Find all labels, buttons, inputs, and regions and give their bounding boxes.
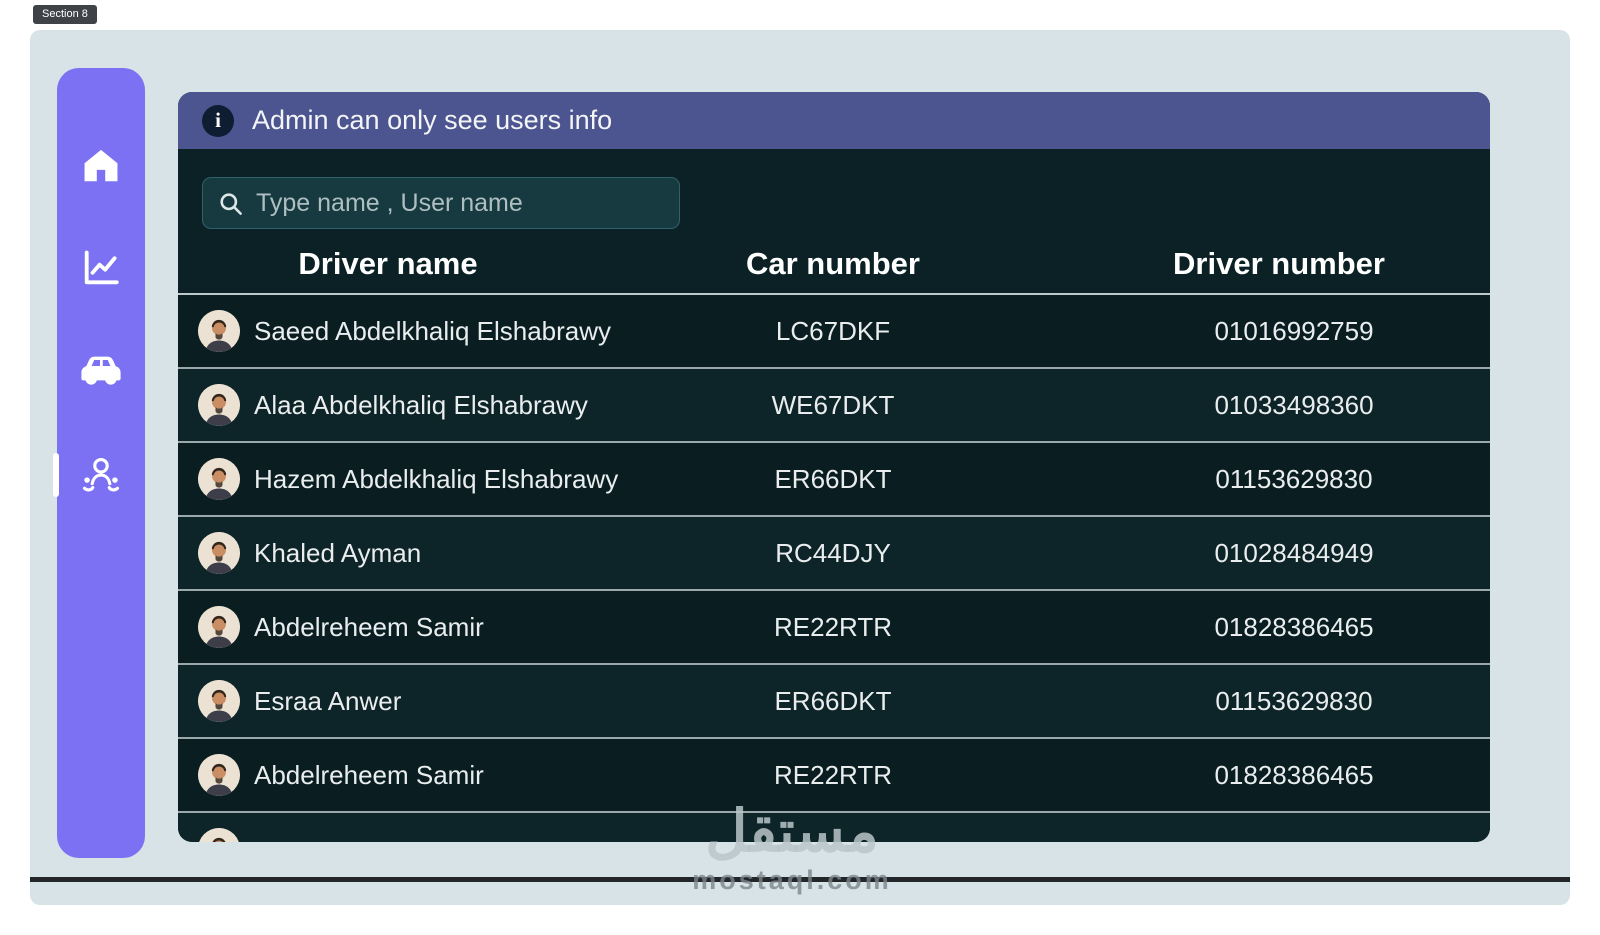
driver-name: Abdelreheem Samir <box>254 611 484 642</box>
driver-name: Esraa Anwer <box>254 685 402 716</box>
users-icon <box>79 450 123 499</box>
driver-number-cell: 01828386465 <box>1214 611 1374 642</box>
driver-number-cell: 01153629830 <box>1215 685 1373 716</box>
driver-name-cell: Saeed Abdelkhaliq Elshabrawy <box>178 310 611 352</box>
main-panel: i Admin can only see users info Driver n… <box>178 92 1490 842</box>
column-header-driver-name: Driver name <box>298 246 478 281</box>
table-row[interactable]: Abdelreheem Samir RE22RTR 01828386465 <box>178 591 1490 665</box>
car-number-cell: LC67DKF <box>775 315 891 346</box>
sidebar <box>53 68 145 858</box>
table-row[interactable]: Esraa Anwer ER66DKT 01153629830 <box>178 665 1490 739</box>
driver-name-cell: Alaa Abdelkhaliq Elshabrawy <box>178 384 598 426</box>
driver-avatar <box>198 754 240 796</box>
table-row[interactable] <box>178 813 1490 842</box>
driver-number-cell: 01033498360 <box>1214 389 1374 420</box>
search-icon <box>217 190 244 217</box>
car-number-cell: RE22RTR <box>773 611 892 642</box>
driver-number-cell: 01153629830 <box>1215 463 1373 494</box>
line-chart-icon <box>79 246 123 295</box>
home-icon <box>80 145 122 192</box>
table-row[interactable]: Alaa Abdelkhaliq Elshabrawy WE67DKT 0103… <box>178 369 1490 443</box>
driver-name: Saeed Abdelkhaliq Elshabrawy <box>254 315 612 346</box>
car-number-cell: ER66DKT <box>774 685 892 716</box>
table-row[interactable]: Saeed Abdelkhaliq Elshabrawy LC67DKF 010… <box>178 295 1490 369</box>
active-indicator <box>53 453 59 497</box>
table-row[interactable]: Hazem Abdelkhaliq Elshabrawy ER66DKT 011… <box>178 443 1490 517</box>
search-box <box>202 177 680 229</box>
driver-avatar <box>198 310 240 352</box>
car-number-cell: RE22RTR <box>773 759 892 790</box>
column-header-driver-number: Driver number <box>1173 246 1385 281</box>
car-number-cell: ER66DKT <box>774 463 892 494</box>
page-background: i Admin can only see users info Driver n… <box>30 30 1570 905</box>
driver-avatar <box>198 680 240 722</box>
driver-name: Abdelreheem Samir <box>254 759 484 790</box>
car-number-cell: WE67DKT <box>771 389 895 420</box>
driver-avatar <box>198 606 240 648</box>
banner-text: Admin can only see users info <box>252 105 613 135</box>
table-row[interactable]: Khaled Ayman RC44DJY 01028484949 <box>178 517 1490 591</box>
section-badge: Section 8 <box>33 5 97 24</box>
sidebar-item-cars[interactable] <box>77 348 125 396</box>
car-number-cell: RC44DJY <box>775 537 891 568</box>
table-body: Saeed Abdelkhaliq Elshabrawy LC67DKF 010… <box>178 295 1490 842</box>
table-header: Driver name Car number Driver number <box>178 235 1490 295</box>
driver-name-cell: Abdelreheem Samir <box>178 754 598 796</box>
driver-avatar <box>198 384 240 426</box>
driver-name: Khaled Ayman <box>254 537 422 568</box>
driver-number-cell: 01828386465 <box>1214 759 1374 790</box>
driver-name-cell: Khaled Ayman <box>178 532 598 574</box>
car-icon <box>77 346 125 399</box>
info-icon: i <box>202 104 234 137</box>
column-header-car-number: Car number <box>746 246 920 281</box>
driver-number-cell: 01028484949 <box>1214 537 1374 568</box>
info-banner: i Admin can only see users info <box>178 92 1490 149</box>
driver-number-cell: 01016992759 <box>1214 315 1374 346</box>
sidebar-item-users[interactable] <box>53 450 125 499</box>
driver-name-cell: Hazem Abdelkhaliq Elshabrawy <box>178 458 618 500</box>
driver-name: Alaa Abdelkhaliq Elshabrawy <box>254 389 588 420</box>
driver-name-cell: Esraa Anwer <box>178 680 598 722</box>
drivers-table: Driver name Car number Driver number Sae… <box>178 235 1490 842</box>
driver-avatar <box>198 458 240 500</box>
driver-name-cell: Abdelreheem Samir <box>178 606 598 648</box>
bottom-bar <box>30 877 1570 882</box>
sidebar-item-home[interactable] <box>77 144 125 192</box>
driver-name-cell <box>178 828 598 842</box>
driver-avatar <box>198 532 240 574</box>
sidebar-item-analytics[interactable] <box>77 246 125 294</box>
search-input[interactable] <box>256 188 665 218</box>
driver-avatar <box>198 828 240 842</box>
driver-name: Hazem Abdelkhaliq Elshabrawy <box>254 463 619 494</box>
table-row[interactable]: Abdelreheem Samir RE22RTR 01828386465 <box>178 739 1490 813</box>
